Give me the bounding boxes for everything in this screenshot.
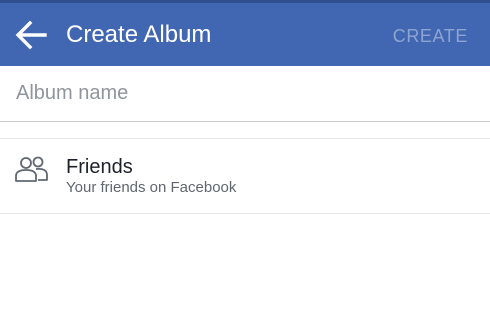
back-button[interactable] — [14, 20, 48, 50]
page-title: Create Album — [66, 21, 212, 48]
privacy-title: Friends — [66, 156, 133, 178]
friends-icon — [14, 156, 50, 184]
app-bar: Create Album CREATE — [0, 3, 490, 66]
album-name-underline — [0, 121, 490, 122]
divider — [0, 213, 490, 214]
create-button[interactable]: CREATE — [393, 25, 468, 47]
album-name-input[interactable] — [16, 79, 456, 107]
arrow-left-icon — [15, 20, 47, 50]
privacy-subtitle: Your friends on Facebook — [66, 179, 237, 196]
album-name-field — [0, 66, 490, 122]
privacy-selector[interactable]: Friends Your friends on Facebook — [0, 139, 490, 213]
